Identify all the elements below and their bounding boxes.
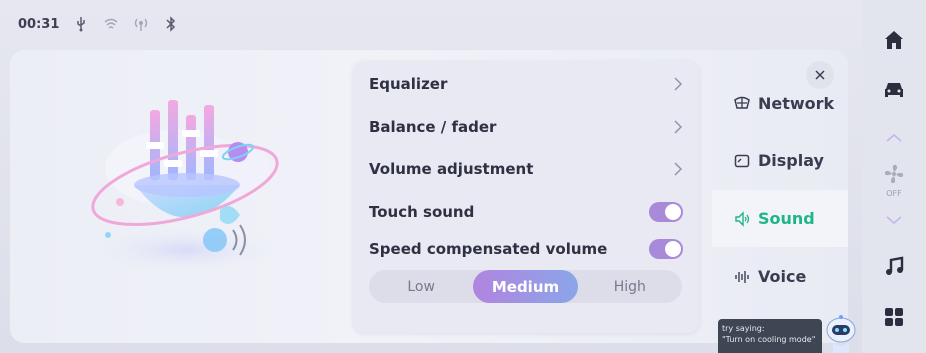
- hint-title: try saying:: [722, 324, 765, 333]
- status-bar: 00:31: [18, 14, 179, 34]
- speed-compensated-volume-label: Speed compensated volume: [369, 240, 608, 258]
- voice-assistant-hint: try saying: "Turn on cooling mode": [718, 319, 822, 353]
- speaker-icon: [734, 210, 750, 227]
- level-medium-option[interactable]: Medium: [473, 270, 578, 303]
- volume-adjustment-label: Volume adjustment: [369, 160, 534, 178]
- category-network-label: Network: [758, 94, 835, 113]
- hint-phrase: "Turn on cooling mode": [722, 335, 816, 344]
- category-sound-label: Sound: [758, 209, 815, 228]
- level-high-option[interactable]: High: [578, 270, 682, 303]
- car-icon: [885, 83, 903, 97]
- category-display[interactable]: Display: [712, 132, 848, 189]
- balance-fader-label: Balance / fader: [369, 118, 497, 136]
- voice-wave-icon: [734, 269, 750, 285]
- chevron-right-icon: [674, 77, 682, 91]
- sound-illustration: [85, 100, 285, 274]
- sound-settings-panel: Equalizer Balance / fader Volume adjustm…: [353, 61, 699, 333]
- apps-grid-icon: [885, 308, 903, 326]
- close-icon: [815, 70, 825, 80]
- wifi-icon: [103, 16, 119, 32]
- clock: 00:31: [18, 16, 60, 32]
- display-icon: [734, 153, 750, 169]
- touch-sound-row: Touch sound: [369, 194, 683, 230]
- category-voice-label: Voice: [758, 267, 807, 286]
- speed-compensated-volume-row: Speed compensated volume: [369, 231, 683, 267]
- chevron-up-icon: [886, 133, 902, 142]
- level-low-option[interactable]: Low: [369, 270, 473, 303]
- speed-level-selector: Low Medium High: [369, 270, 682, 303]
- dock-music[interactable]: [862, 253, 926, 281]
- right-dock: OFF: [862, 0, 926, 353]
- dock-fan[interactable]: [862, 160, 926, 188]
- category-voice[interactable]: Voice: [712, 248, 848, 305]
- equalizer-row[interactable]: Equalizer: [369, 66, 683, 102]
- home-icon: [885, 31, 903, 49]
- speed-compensated-volume-toggle[interactable]: [649, 239, 683, 259]
- close-button[interactable]: [806, 61, 834, 89]
- hotspot-icon: [133, 16, 149, 32]
- balance-fader-row[interactable]: Balance / fader: [369, 109, 683, 145]
- dock-car[interactable]: [862, 76, 926, 104]
- voice-assistant-avatar-icon[interactable]: [824, 314, 858, 353]
- touch-sound-label: Touch sound: [369, 203, 475, 221]
- fan-speed-down-button[interactable]: [862, 206, 926, 234]
- usb-icon: [73, 16, 89, 32]
- chevron-right-icon: [674, 162, 682, 176]
- chevron-right-icon: [674, 120, 682, 134]
- volume-adjustment-row[interactable]: Volume adjustment: [369, 151, 683, 187]
- fan-speed-up-button[interactable]: [862, 124, 926, 152]
- fan-state-label: OFF: [886, 189, 902, 198]
- network-icon: [734, 94, 750, 110]
- dock-apps[interactable]: [862, 303, 926, 331]
- dock-home[interactable]: [862, 26, 926, 54]
- screen: 00:31 Equalizer Balance / fader Volume a…: [0, 0, 926, 353]
- category-display-label: Display: [758, 151, 824, 170]
- chevron-down-icon: [886, 216, 902, 225]
- bluetooth-icon: [163, 16, 179, 32]
- settings-category-menu: Network Display Sound Voice: [712, 61, 848, 333]
- music-icon: [886, 256, 904, 275]
- equalizer-label: Equalizer: [369, 75, 448, 93]
- fan-icon: [884, 164, 904, 184]
- touch-sound-toggle[interactable]: [649, 202, 683, 222]
- category-sound[interactable]: Sound: [712, 190, 848, 247]
